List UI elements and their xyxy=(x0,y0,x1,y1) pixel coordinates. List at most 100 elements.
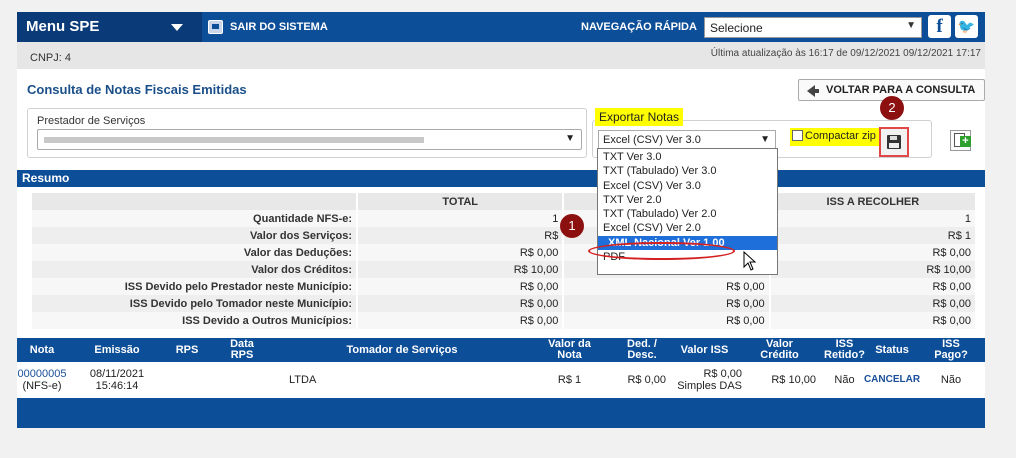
arrow-left-icon xyxy=(807,85,819,97)
emissao-data: 08/11/2021 xyxy=(89,367,145,380)
resumo-recolher: R$ 0,00 xyxy=(769,295,978,312)
info-bar: CNPJ: 4 Última atualização às 16:17 de 0… xyxy=(17,42,985,69)
exportar-notas-label: Exportar Notas xyxy=(595,108,684,126)
prestador-select[interactable]: ▼ xyxy=(37,129,582,150)
resumo-recolher: R$ 0,00 xyxy=(769,244,978,261)
col-ded-desc: Ded. / Desc. xyxy=(627,338,657,361)
mouse-cursor-icon xyxy=(743,251,757,271)
resumo-mid: R$ 0,00 xyxy=(563,312,771,329)
resumo-header: Resumo xyxy=(17,170,985,187)
dropdown-option[interactable]: TXT (Tabulado) Ver 2.0 xyxy=(598,207,777,221)
resumo-recolher: R$ 0,00 xyxy=(769,278,978,295)
resumo-row: ISS Devido pelo Prestador neste Municípi… xyxy=(32,278,978,295)
resumo-label: Valor dos Créditos: xyxy=(32,261,359,278)
dropdown-option[interactable]: Excel (CSV) Ver 3.0 xyxy=(598,179,777,193)
navegacao-rapida-select[interactable]: Selecione ▼ xyxy=(704,17,922,38)
resumo-total: R$ 0,00 xyxy=(357,312,565,329)
col-valor-nota: Valor da Nota xyxy=(548,338,591,361)
emissao-cell: 08/11/2021 15:46:14 xyxy=(67,362,167,397)
data-rps-cell xyxy=(207,362,277,397)
dropdown-option[interactable]: Excel (CSV) Ver 2.0 xyxy=(598,221,777,235)
highlight-ellipse xyxy=(588,242,735,260)
chevron-down-icon: ▼ xyxy=(565,133,575,144)
compactar-zip-checkbox[interactable]: Compactar zip xyxy=(790,128,880,146)
resumo-col-total: TOTAL xyxy=(357,193,565,210)
resumo-total: R$ 0,00 xyxy=(357,295,565,312)
caret-down-icon xyxy=(171,24,183,31)
notas-table-footer xyxy=(17,398,985,428)
dropdown-option[interactable]: TXT Ver 3.0 xyxy=(598,150,777,164)
resumo-recolher: R$ 0,00 xyxy=(769,312,978,329)
valor-iss-sub: Simples DAS xyxy=(677,379,742,392)
resumo-row: Valor dos Créditos: R$ 10,00 R$ 0,00 R$ … xyxy=(32,261,978,278)
resumo-label: Quantidade NFS-e: xyxy=(32,210,359,227)
col-rps: RPS xyxy=(175,343,199,356)
prestador-label: Prestador de Serviços xyxy=(37,115,146,127)
resumo-table: TOTAL ISS A RECOLHER Quantidade NFS-e: 1… xyxy=(32,193,978,329)
save-export-button[interactable] xyxy=(879,127,909,157)
resumo-recolher: R$ 10,00 xyxy=(769,261,978,278)
resumo-recolher: 1 xyxy=(769,210,978,227)
add-document-icon xyxy=(954,133,971,147)
facebook-icon[interactable]: f xyxy=(928,15,951,38)
resumo-row: Valor das Deduções: R$ 0,00 R$ 0,00 xyxy=(32,244,978,261)
col-valor-iss: Valor ISS xyxy=(680,343,729,356)
iss-retido-cell: Não xyxy=(834,373,855,386)
dropdown-option[interactable]: TXT (Tabulado) Ver 3.0 xyxy=(598,164,777,178)
dropdown-option[interactable]: TXT Ver 2.0 xyxy=(598,193,777,207)
page-title: Consulta de Notas Fiscais Emitidas xyxy=(27,82,247,97)
resumo-total: R$ 10,00 xyxy=(357,261,565,278)
exportar-selected-value: Excel (CSV) Ver 3.0 xyxy=(603,134,701,146)
col-data-rps: Data RPS xyxy=(230,338,254,361)
col-valor-credito: Valor Crédito xyxy=(760,338,799,361)
resumo-total: R$ 0,00 xyxy=(357,244,565,261)
col-tomador: Tomador de Serviços xyxy=(346,343,458,356)
resumo-total: R$ 0,00 xyxy=(357,278,565,295)
resumo-label: Valor das Deduções: xyxy=(32,244,359,261)
checkbox-box[interactable] xyxy=(792,130,803,141)
compactar-zip-label: Compactar zip xyxy=(805,130,876,142)
resumo-label: Valor dos Serviços: xyxy=(32,227,359,244)
navegacao-rapida-label: NAVEGAÇÃO RÁPIDA xyxy=(581,21,697,33)
resumo-mid: R$ 0,00 xyxy=(563,295,771,312)
resumo-total: R$ xyxy=(357,227,565,244)
floppy-save-icon xyxy=(887,135,901,149)
rps-cell xyxy=(167,362,207,397)
menu-spe-button[interactable]: Menu SPE xyxy=(17,12,202,42)
resumo-row: ISS Devido pelo Tomador neste Município:… xyxy=(32,295,978,312)
top-navbar: Menu SPE SAIR DO SISTEMA NAVEGAÇÃO RÁPID… xyxy=(17,12,985,42)
nota-cell: 00000005 (NFS-e) xyxy=(17,362,67,397)
valor-iss-cell: R$ 0,00 Simples DAS xyxy=(667,362,742,397)
resumo-row: ISS Devido a Outros Municípios: R$ 0,00 … xyxy=(32,312,978,329)
resumo-recolher: R$ 1 xyxy=(769,227,978,244)
step-badge-1: 1 xyxy=(560,214,584,238)
tomador-cell: LTDA xyxy=(289,373,317,386)
page-container: Menu SPE SAIR DO SISTEMA NAVEGAÇÃO RÁPID… xyxy=(17,12,985,428)
col-iss-pago: ISS Pago? xyxy=(934,338,968,361)
menu-spe-label: Menu SPE xyxy=(26,18,100,35)
add-document-button[interactable] xyxy=(950,130,971,151)
resumo-col-iss-recolher: ISS A RECOLHER xyxy=(769,193,978,210)
resumo-label: ISS Devido pelo Prestador neste Municípi… xyxy=(32,278,359,295)
ultima-atualizacao-text: Última atualização às 16:17 de 09/12/202… xyxy=(710,48,981,59)
exportar-format-select[interactable]: Excel (CSV) Ver 3.0 ▼ xyxy=(598,130,776,150)
redacted-text xyxy=(44,137,424,143)
nota-link[interactable]: 00000005 xyxy=(18,368,67,380)
resumo-label: ISS Devido a Outros Municípios: xyxy=(32,312,359,329)
notas-table-header: Nota Emissão RPS Data RPS Tomador de Ser… xyxy=(17,338,985,362)
sair-do-sistema-link[interactable]: SAIR DO SISTEMA xyxy=(230,21,328,33)
col-nota: Nota xyxy=(29,343,55,356)
exit-icon[interactable] xyxy=(208,20,223,34)
valor-credito-cell: R$ 10,00 xyxy=(771,373,816,386)
table-row: 00000005 (NFS-e) 08/11/2021 15:46:14 LTD… xyxy=(17,362,985,397)
resumo-empty-cell xyxy=(32,193,359,210)
resumo-total: 1 xyxy=(357,210,565,227)
col-status: Status xyxy=(875,343,909,356)
cancelar-link[interactable]: CANCELAR xyxy=(864,362,920,397)
twitter-icon[interactable]: 🐦 xyxy=(955,15,978,38)
step-badge-2: 2 xyxy=(880,96,904,120)
resumo-header-row: TOTAL ISS A RECOLHER xyxy=(32,193,978,210)
resumo-row: Quantidade NFS-e: 1 1 xyxy=(32,210,978,227)
nota-tipo: (NFS-e) xyxy=(22,379,62,392)
emissao-hora: 15:46:14 xyxy=(95,379,139,392)
